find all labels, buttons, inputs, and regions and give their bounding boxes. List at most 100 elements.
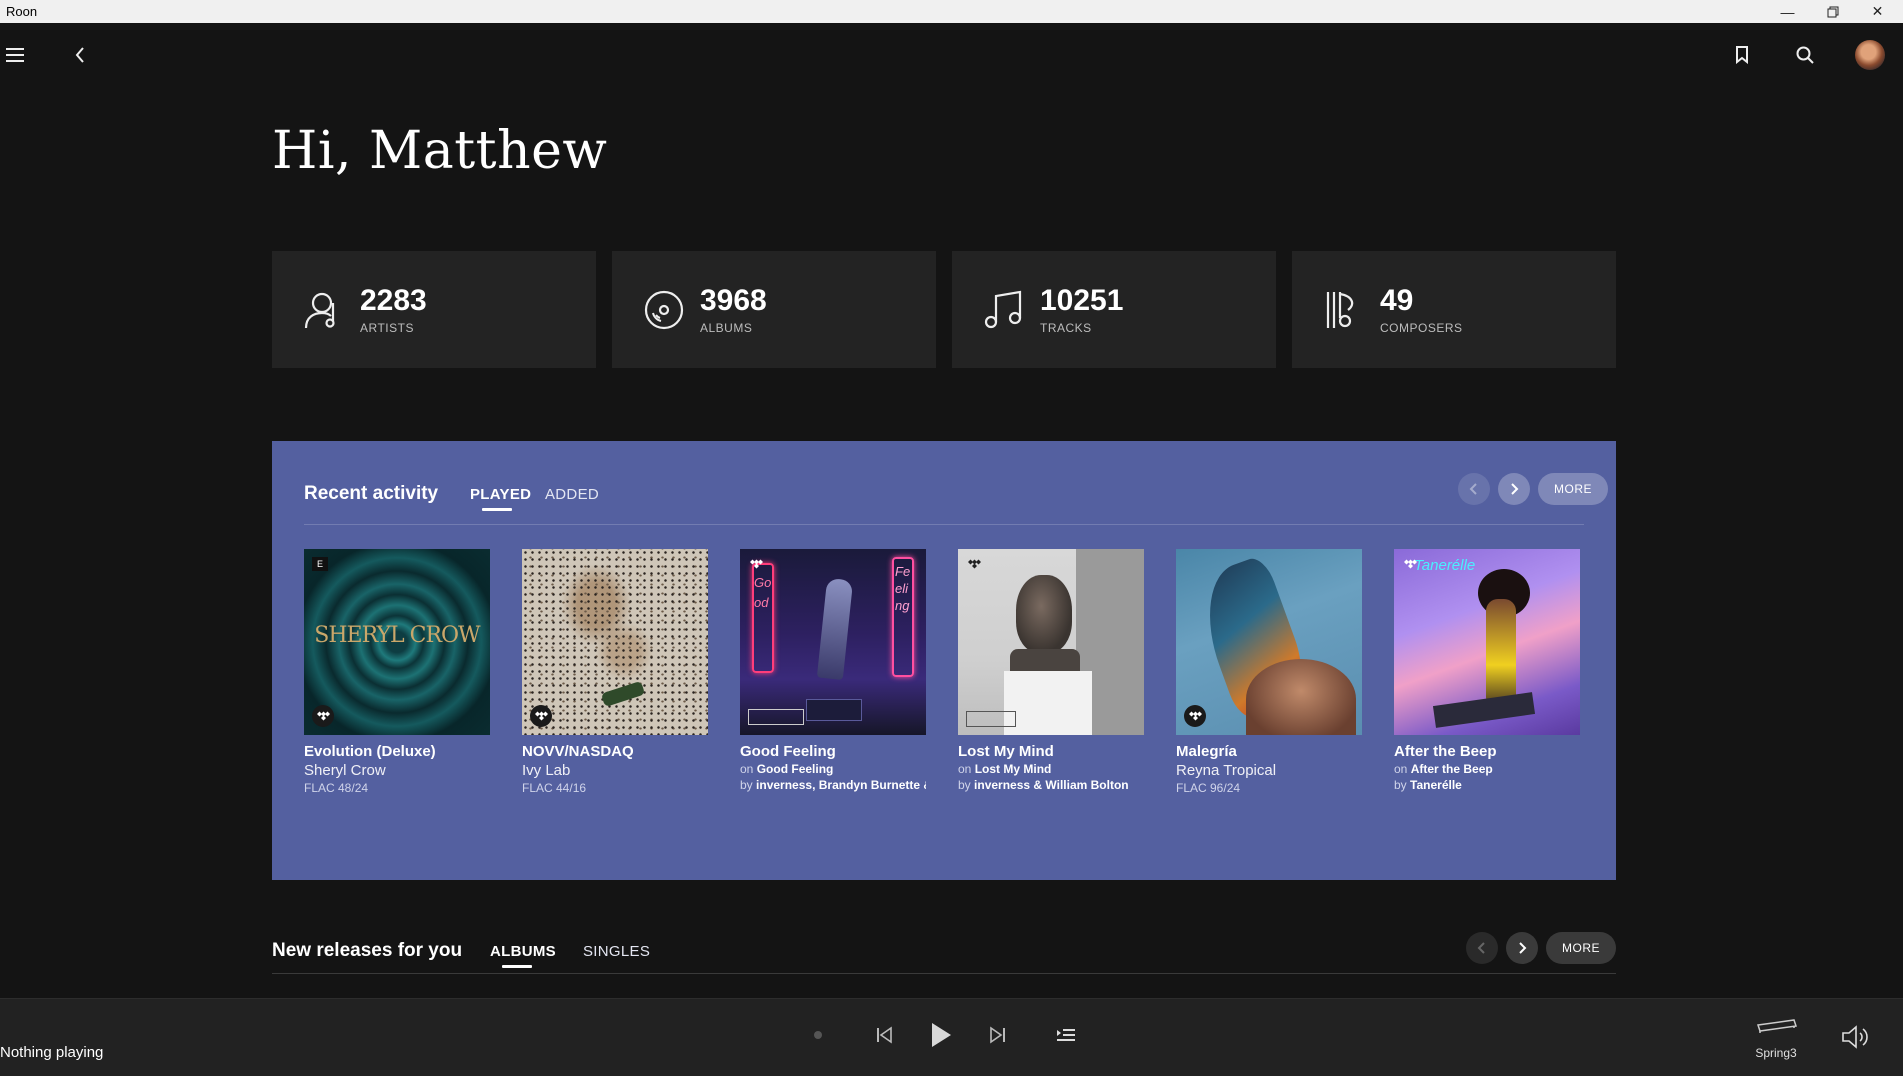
on-prefix: on xyxy=(1394,762,1408,776)
bust-neck xyxy=(1010,649,1080,671)
track-album-link[interactable]: Lost My Mind xyxy=(975,762,1052,776)
queue-button[interactable] xyxy=(1052,1021,1080,1049)
restore-button[interactable] xyxy=(1810,0,1855,23)
label-box xyxy=(966,711,1016,727)
user-avatar[interactable] xyxy=(1855,40,1885,70)
track-artists-link[interactable]: inverness & William Bolton xyxy=(974,778,1129,792)
recent-activity-title: Recent activity xyxy=(304,483,439,504)
minimize-button[interactable]: — xyxy=(1765,0,1810,23)
restore-icon xyxy=(1827,6,1838,17)
now-playing-text: Nothing playing xyxy=(0,1044,104,1061)
bust-head xyxy=(1016,575,1072,653)
track-title[interactable]: Lost My Mind xyxy=(958,743,1144,760)
track-artists-link[interactable]: inverness, Brandyn Burnette & T xyxy=(756,778,926,792)
bookmark-button[interactable] xyxy=(1730,43,1754,67)
tab-added[interactable]: ADDED xyxy=(545,486,599,503)
album-title[interactable]: Evolution (Deluxe) xyxy=(304,743,490,760)
tab-singles[interactable]: SINGLES xyxy=(583,943,650,960)
tidal-icon xyxy=(748,557,764,571)
album-artist[interactable]: Sheryl Crow xyxy=(304,762,490,779)
track-artists-line: by inverness & William Bolton xyxy=(958,778,1144,792)
on-prefix: on xyxy=(958,762,972,776)
track-album-link[interactable]: After the Beep xyxy=(1411,762,1493,776)
track-album-link[interactable]: Good Feeling xyxy=(757,762,834,776)
tab-albums[interactable]: ALBUMS xyxy=(490,943,556,968)
new-releases-more-button[interactable]: MORE xyxy=(1546,932,1616,964)
back-button[interactable] xyxy=(68,43,92,67)
track-card[interactable]: Good Feeling Good Feeling on Good Feelin… xyxy=(740,549,926,792)
hamburger-menu-button[interactable] xyxy=(4,43,28,67)
track-title[interactable]: After the Beep xyxy=(1394,743,1580,760)
keyboard-shape xyxy=(1432,692,1536,728)
track-title[interactable]: Good Feeling xyxy=(740,743,926,760)
new-releases-next-button[interactable] xyxy=(1506,932,1538,964)
stat-value-albums: 3968 xyxy=(700,283,767,317)
roon-app: Hi, Matthew 2283 ARTISTS 3968 ALBUMS 102… xyxy=(0,23,1903,1076)
dot-icon xyxy=(814,1031,822,1039)
track-album-line: on Lost My Mind xyxy=(958,762,1144,776)
track-card[interactable]: Lost My Mind on Lost My Mind by invernes… xyxy=(958,549,1144,792)
tidal-icon xyxy=(312,705,334,727)
stat-label-albums: ALBUMS xyxy=(700,320,753,335)
album-cover[interactable] xyxy=(522,549,708,735)
next-track-button[interactable] xyxy=(984,1021,1012,1049)
album-artist[interactable]: Ivy Lab xyxy=(522,762,708,779)
chevron-left-icon xyxy=(75,47,84,63)
album-title[interactable]: Malegría xyxy=(1176,743,1362,760)
album-card[interactable]: NOVV/NASDAQ Ivy Lab FLAC 44/16 xyxy=(522,549,708,795)
recent-activity-panel: Recent activity PLAYED ADDED MORE SHERYL… xyxy=(272,441,1616,880)
chevron-left-icon xyxy=(1469,483,1477,495)
track-artists-link[interactable]: Tanerélle xyxy=(1410,778,1462,792)
stat-label-artists: ARTISTS xyxy=(360,320,414,335)
cover-art-text: Feeling xyxy=(895,564,911,613)
tab-played[interactable]: PLAYED xyxy=(470,486,531,511)
stat-label-tracks: TRACKS xyxy=(1040,320,1092,335)
recent-activity-header: Recent activity PLAYED ADDED MORE xyxy=(304,471,1608,511)
tidal-icon xyxy=(966,557,982,571)
album-cover[interactable] xyxy=(1176,549,1362,735)
section-divider xyxy=(272,973,1616,974)
section-divider xyxy=(304,524,1584,525)
streamer-device-icon xyxy=(1757,1019,1797,1033)
close-window-button[interactable]: ✕ xyxy=(1855,0,1900,23)
stat-card-composers[interactable]: 49 COMPOSERS xyxy=(1292,251,1616,368)
volume-icon xyxy=(1842,1025,1868,1049)
radio-button[interactable] xyxy=(808,1021,828,1049)
dancer-figure xyxy=(816,577,854,681)
stat-card-tracks[interactable]: 10251 TRACKS xyxy=(952,251,1276,368)
play-button[interactable] xyxy=(925,1019,957,1051)
cover-art-text: Tanerélle xyxy=(1414,557,1476,574)
album-card[interactable]: Malegría Reyna Tropical FLAC 96/24 xyxy=(1176,549,1362,795)
zone-selector[interactable]: Spring3 xyxy=(1750,1017,1802,1060)
bottle-shape xyxy=(600,680,646,708)
bookmark-icon xyxy=(1736,46,1748,64)
window-titlebar: Roon — ✕ xyxy=(0,0,1903,23)
stat-card-albums[interactable]: 3968 ALBUMS xyxy=(612,251,936,368)
new-releases-prev-button[interactable] xyxy=(1466,932,1498,964)
greeting-heading: Hi, Matthew xyxy=(272,121,608,181)
previous-track-button[interactable] xyxy=(870,1021,898,1049)
track-card[interactable]: Tanerélle After the Beep on After the Be… xyxy=(1394,549,1580,792)
recent-prev-button[interactable] xyxy=(1458,473,1490,505)
recent-next-button[interactable] xyxy=(1498,473,1530,505)
album-cover[interactable]: Good Feeling xyxy=(740,549,926,735)
volume-button[interactable] xyxy=(1840,1023,1874,1051)
album-card[interactable]: SHERYL CROW E Evolution (Deluxe) Sheryl … xyxy=(304,549,490,795)
stat-card-artists[interactable]: 2283 ARTISTS xyxy=(272,251,596,368)
album-cover[interactable]: SHERYL CROW E xyxy=(304,549,490,735)
tidal-icon xyxy=(1402,557,1418,571)
album-cover[interactable] xyxy=(958,549,1144,735)
zone-name: Spring3 xyxy=(1755,1046,1797,1060)
search-button[interactable] xyxy=(1793,43,1817,67)
by-prefix: by xyxy=(1394,778,1407,792)
by-prefix: by xyxy=(740,778,753,792)
album-artist[interactable]: Reyna Tropical xyxy=(1176,762,1362,779)
skip-back-icon xyxy=(877,1026,892,1044)
album-title[interactable]: NOVV/NASDAQ xyxy=(522,743,708,760)
window-title: Roon xyxy=(6,4,38,19)
menu-icon xyxy=(6,48,24,62)
recent-more-button[interactable]: MORE xyxy=(1538,473,1608,505)
on-prefix: on xyxy=(740,762,754,776)
album-cover[interactable]: Tanerélle xyxy=(1394,549,1580,735)
cover-art-text: Good xyxy=(754,575,772,610)
